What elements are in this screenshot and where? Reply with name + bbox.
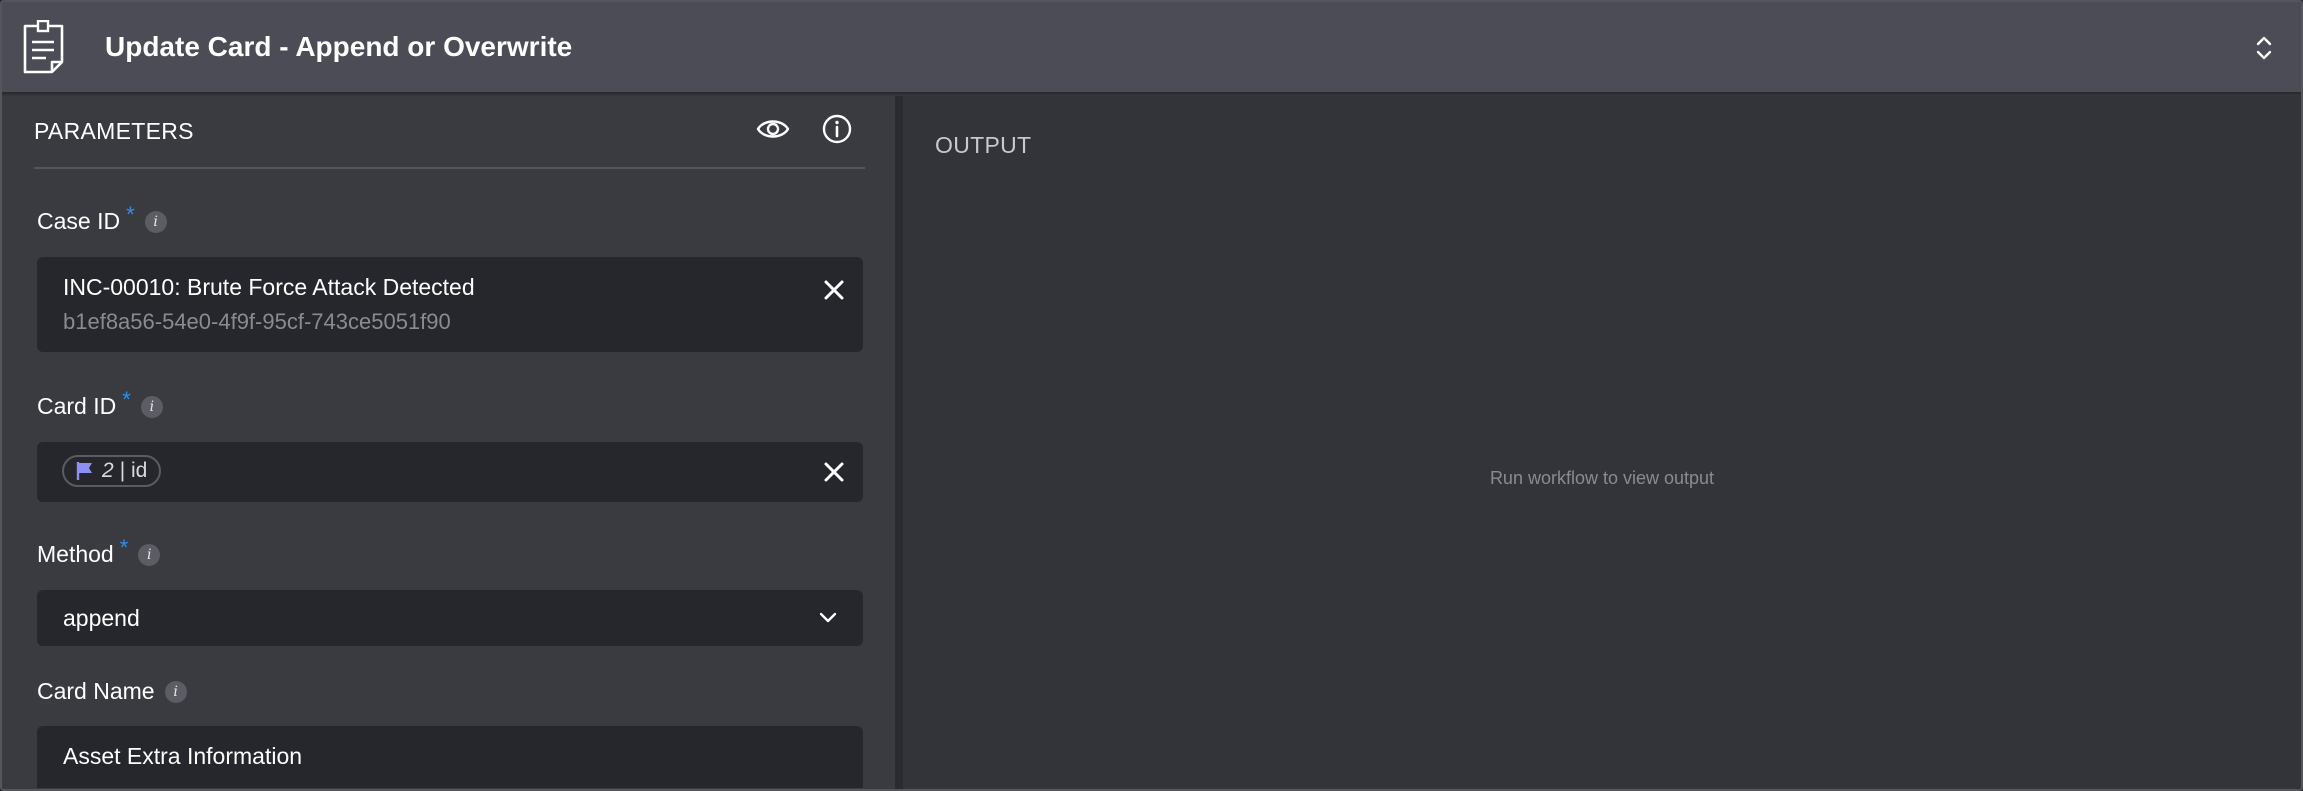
card-id-label-text: Card ID: [37, 393, 117, 419]
node-title: Update Card - Append or Overwrite: [105, 31, 573, 62]
info-icon[interactable]: i: [144, 211, 167, 233]
info-icon[interactable]: i: [138, 544, 161, 566]
card-id-label: Card ID * i: [37, 387, 163, 420]
required-marker: *: [122, 387, 131, 412]
card-name-value: Asset Extra Information: [63, 743, 303, 769]
parameters-title: PARAMETERS: [34, 118, 194, 144]
method-label: Method * i: [37, 535, 161, 568]
card-id-field[interactable]: 2 | id: [37, 442, 863, 502]
output-panel: OUTPUT Run workflow to view output: [903, 96, 2301, 789]
node-header: Update Card - Append or Overwrite: [2, 2, 2301, 94]
card-name-label-text: Card Name: [37, 678, 155, 704]
case-id-label-text: Case ID: [37, 208, 121, 234]
chip-step-number: 2: [102, 459, 114, 482]
clear-icon[interactable]: [823, 279, 845, 301]
clear-icon[interactable]: [823, 461, 845, 483]
case-uuid: b1ef8a56-54e0-4f9f-95cf-743ce5051f90: [63, 309, 451, 334]
card-name-input[interactable]: Asset Extra Information: [37, 726, 863, 788]
flag-icon: [76, 462, 92, 480]
chevron-down-icon[interactable]: [819, 612, 837, 624]
method-select[interactable]: append: [37, 590, 863, 646]
info-icon[interactable]: [821, 113, 853, 145]
info-icon[interactable]: i: [140, 396, 163, 418]
eye-icon[interactable]: [756, 114, 790, 144]
parameters-panel: PARAMETERS Case ID * i INC-00010: Brute …: [2, 96, 895, 789]
case-id-field[interactable]: INC-00010: Brute Force Attack Detected b…: [37, 257, 863, 352]
method-label-text: Method: [37, 541, 114, 567]
case-title: INC-00010: Brute Force Attack Detected: [63, 274, 475, 300]
chip-field: | id: [119, 459, 148, 482]
variable-chip[interactable]: 2 | id: [62, 455, 162, 487]
output-empty-hint: Run workflow to view output: [1489, 468, 1715, 488]
method-selected-value: append: [63, 605, 140, 631]
required-marker: *: [126, 202, 135, 227]
parameters-divider: [34, 167, 865, 169]
info-icon[interactable]: i: [164, 681, 187, 703]
output-title: OUTPUT: [935, 132, 1032, 158]
expand-collapse-icon[interactable]: [2255, 34, 2273, 62]
card-name-label: Card Name i: [37, 678, 187, 705]
pane-splitter[interactable]: [895, 96, 903, 789]
case-id-label: Case ID * i: [37, 202, 167, 235]
app-window: Update Card - Append or Overwrite PARAME…: [0, 0, 2303, 791]
note-card-icon: [23, 20, 64, 74]
required-marker: *: [119, 535, 129, 560]
